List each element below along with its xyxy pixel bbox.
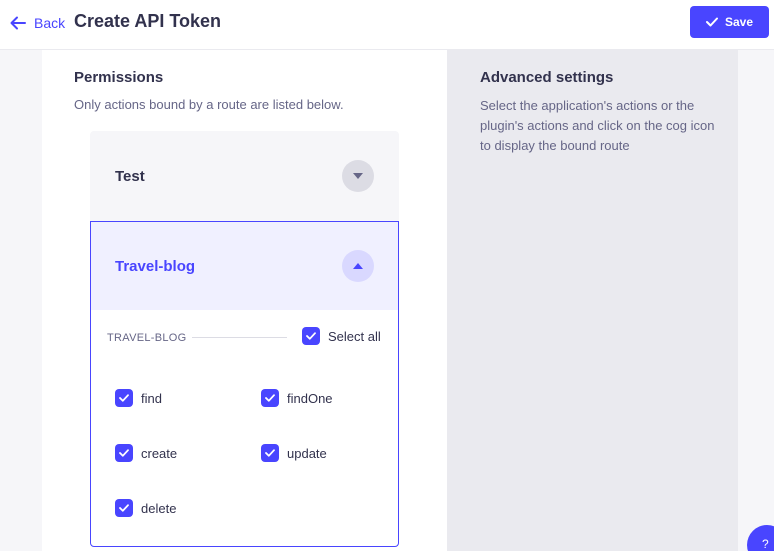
accordion-travel-blog-header[interactable]: Travel-blog bbox=[91, 222, 398, 310]
action-checkbox-findone[interactable]: findOne bbox=[261, 389, 333, 407]
section-label-travel-blog: TRAVEL-BLOG bbox=[107, 332, 187, 344]
divider bbox=[192, 337, 287, 338]
action-checkbox-update[interactable]: update bbox=[261, 444, 327, 462]
checkbox-checked-icon bbox=[115, 444, 133, 462]
save-button[interactable]: Save bbox=[690, 6, 769, 38]
back-label: Back bbox=[34, 15, 66, 31]
expand-toggle-test[interactable] bbox=[342, 160, 374, 192]
help-button[interactable]: ? bbox=[747, 525, 774, 551]
select-all-label: Select all bbox=[328, 328, 381, 344]
checkbox-checked-icon bbox=[115, 499, 133, 517]
back-link[interactable]: Back bbox=[10, 12, 65, 34]
chevron-down-icon bbox=[353, 173, 363, 179]
collapse-toggle-travel-blog[interactable] bbox=[342, 250, 374, 282]
chevron-up-icon bbox=[353, 263, 363, 269]
page-title: Create API Token bbox=[74, 11, 222, 31]
save-label: Save bbox=[724, 15, 754, 29]
checkbox-checked-icon bbox=[302, 327, 320, 345]
select-all-checkbox[interactable]: Select all bbox=[302, 327, 381, 345]
action-label-findone: findOne bbox=[287, 390, 333, 406]
action-checkbox-create[interactable]: create bbox=[115, 444, 177, 462]
action-label-update: update bbox=[287, 445, 327, 461]
permissions-subtitle: Only actions bound by a route are listed… bbox=[74, 97, 344, 112]
accordion-test[interactable]: Test bbox=[90, 131, 399, 221]
checkbox-checked-icon bbox=[261, 444, 279, 462]
check-icon bbox=[705, 17, 718, 27]
checkbox-checked-icon bbox=[261, 389, 279, 407]
advanced-settings-title: Advanced settings bbox=[480, 69, 614, 86]
accordion-test-label: Test bbox=[115, 168, 145, 185]
checkbox-checked-icon bbox=[115, 389, 133, 407]
help-label: ? bbox=[762, 537, 769, 551]
action-label-delete: delete bbox=[141, 500, 177, 516]
accordion-travel-blog-label: Travel-blog bbox=[115, 258, 196, 275]
action-label-create: create bbox=[141, 445, 178, 461]
permissions-title: Permissions bbox=[74, 69, 164, 86]
action-checkbox-delete[interactable]: delete bbox=[115, 499, 176, 517]
action-checkbox-find[interactable]: find bbox=[115, 389, 162, 407]
header-bar: Back Create API Token Save bbox=[0, 0, 774, 50]
advanced-settings-description: Select the application's actions or the … bbox=[480, 98, 715, 153]
action-label-find: find bbox=[141, 390, 162, 406]
arrow-left-icon bbox=[10, 16, 26, 30]
